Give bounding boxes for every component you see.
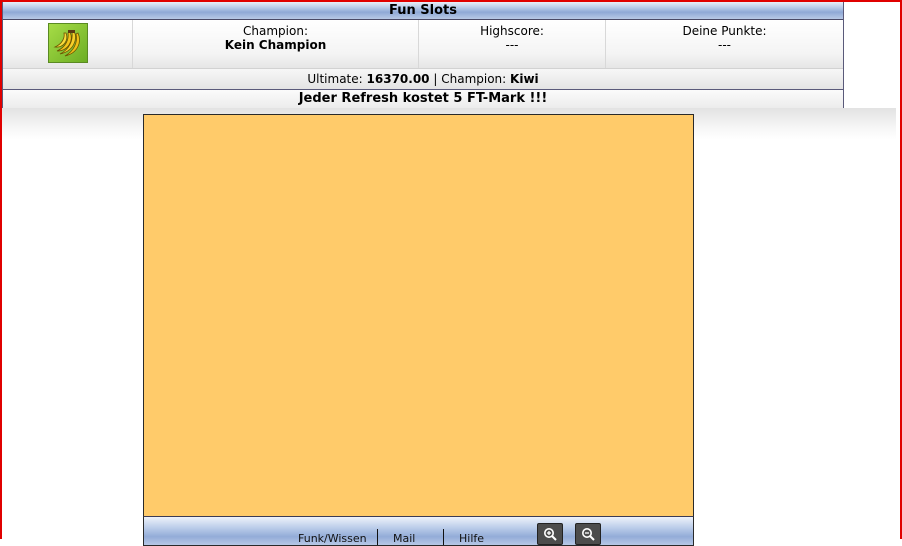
highscore-value: --- [505,38,519,52]
refresh-notice: Jeder Refresh kostet 5 FT-Mark !!! [3,90,843,108]
points-value: --- [718,38,731,52]
toolbar-separator [377,529,378,545]
slot-game-area[interactable] [143,114,694,516]
ultimate-label: Ultimate: [307,72,363,86]
champion-label: Champion: [243,24,308,38]
zoom-in-button[interactable] [537,523,563,545]
ultimate-champion-label: Champion: [441,72,507,86]
info-panel: Fun Slots Champion: Kein Champion Highsc… [2,2,844,108]
toolbar-link-mail[interactable]: Mail [393,532,415,546]
champion-value: Kein Champion [224,38,327,52]
game-toolbar: Funk/Wissen Mail Hilfe [143,516,694,546]
banana-icon-graphic [52,30,80,57]
logo-cell [3,20,133,68]
highscore-label: Highscore: [480,24,544,38]
toolbar-link-funk[interactable]: Funk/Wissen [298,532,367,546]
stats-row: Champion: Kein Champion Highscore: --- D… [3,20,843,69]
points-cell: Deine Punkte: --- [606,20,843,68]
banana-icon [47,23,88,63]
toolbar-separator [443,529,444,545]
ultimate-champion-value: Kiwi [510,72,539,86]
page-title: Fun Slots [3,2,843,20]
points-label: Deine Punkte: [682,24,767,38]
toolbar-link-help[interactable]: Hilfe [459,532,484,546]
zoom-out-button[interactable] [575,523,601,545]
ultimate-separator: | [433,72,438,86]
highscore-cell: Highscore: --- [419,20,606,68]
ultimate-row: Ultimate: 16370.00 | Champion: Kiwi [3,69,843,90]
champion-cell: Champion: Kein Champion [133,20,419,68]
ultimate-value: 16370.00 [366,72,430,86]
